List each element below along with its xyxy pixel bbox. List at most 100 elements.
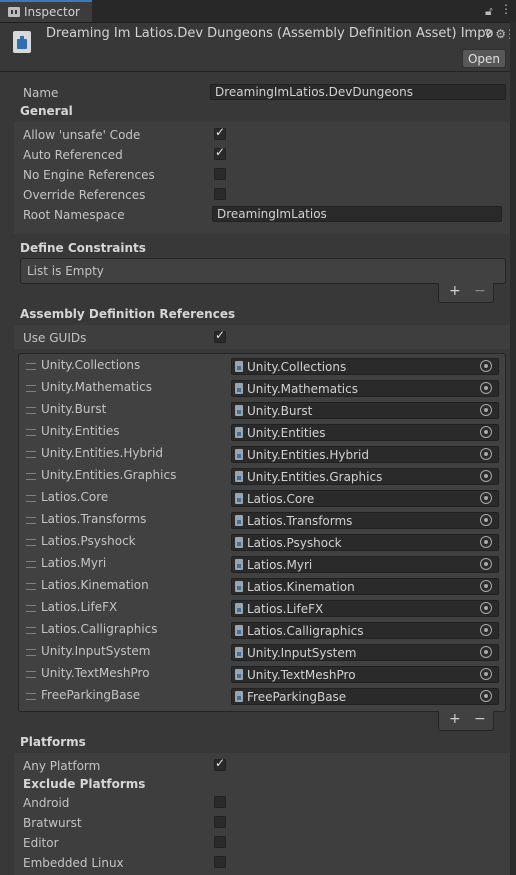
inspector-tab-icon — [8, 7, 20, 17]
reference-label: Latios.Core — [41, 490, 109, 504]
reference-field[interactable]: Latios.Core — [231, 490, 499, 507]
object-picker-icon[interactable] — [480, 382, 492, 394]
open-button[interactable]: Open — [462, 49, 506, 68]
add-constraint-button[interactable]: + — [449, 283, 461, 299]
drag-handle-icon[interactable] — [26, 627, 36, 634]
reference-field[interactable]: Latios.Transforms — [231, 512, 499, 529]
reference-field[interactable]: Latios.LifeFX — [231, 600, 499, 617]
exclude-editor-checkbox[interactable] — [214, 836, 226, 848]
list-item: Unity.TextMeshPro Unity.TextMeshPro — [20, 663, 504, 685]
list-item: FreeParkingBase FreeParkingBase — [20, 685, 504, 707]
drag-handle-icon[interactable] — [26, 385, 36, 392]
drag-handle-icon[interactable] — [26, 517, 36, 524]
auto-referenced-checkbox[interactable] — [214, 145, 226, 160]
object-picker-icon[interactable] — [480, 514, 492, 526]
object-picker-icon[interactable] — [480, 668, 492, 680]
reference-field[interactable]: Unity.Entities.Hybrid — [231, 446, 499, 463]
reference-field[interactable]: Unity.Mathematics — [231, 380, 499, 397]
reference-field[interactable]: Latios.Kinemation — [231, 578, 499, 595]
exclude-embedded-linux-checkbox[interactable] — [214, 856, 226, 868]
no-engine-references-checkbox[interactable] — [214, 168, 226, 180]
reference-field[interactable]: FreeParkingBase — [231, 688, 499, 705]
reference-label: Unity.InputSystem — [41, 644, 151, 658]
lock-icon[interactable]: 🔓︎ — [485, 4, 493, 19]
list-item: Latios.Calligraphics Latios.Calligraphic… — [20, 619, 504, 641]
reference-label: Unity.Entities.Graphics — [41, 468, 177, 482]
exclude-editor-label: Editor — [23, 836, 59, 850]
exclude-embedded-linux-label: Embedded Linux — [23, 856, 124, 870]
object-picker-icon[interactable] — [480, 580, 492, 592]
reference-label: Unity.Entities — [41, 424, 120, 438]
add-reference-button[interactable]: + — [449, 711, 461, 727]
object-picker-icon[interactable] — [480, 448, 492, 460]
file-icon — [235, 603, 243, 614]
drag-handle-icon[interactable] — [26, 605, 36, 612]
object-picker-icon[interactable] — [480, 470, 492, 482]
file-icon — [235, 449, 243, 460]
reference-field[interactable]: Unity.Entities — [231, 424, 499, 441]
object-picker-icon[interactable] — [480, 646, 492, 658]
object-picker-icon[interactable] — [480, 602, 492, 614]
reference-field[interactable]: Unity.Entities.Graphics — [231, 468, 499, 485]
list-item: Latios.Transforms Latios.Transforms — [20, 509, 504, 531]
name-field[interactable]: DreamingImLatios.DevDungeons — [210, 84, 506, 100]
reference-field[interactable]: Latios.Calligraphics — [231, 622, 499, 639]
object-picker-icon[interactable] — [480, 536, 492, 548]
drag-handle-icon[interactable] — [26, 561, 36, 568]
object-picker-icon[interactable] — [480, 624, 492, 636]
reference-field[interactable]: Latios.Psyshock — [231, 534, 499, 551]
file-icon — [235, 405, 243, 416]
reference-field[interactable]: Unity.TextMeshPro — [231, 666, 499, 683]
page-title: Dreaming Im Latios.Dev Dungeons (Assembl… — [46, 26, 494, 41]
reference-field[interactable]: Unity.Collections — [231, 358, 499, 375]
remove-constraint-button[interactable]: − — [474, 283, 486, 299]
list-item: Latios.Core Latios.Core — [20, 487, 504, 509]
drag-handle-icon[interactable] — [26, 671, 36, 678]
help-icon[interactable]: ❓︎ — [485, 27, 492, 42]
define-constraints-controls: + − — [438, 283, 494, 303]
object-picker-icon[interactable] — [480, 360, 492, 372]
reference-field[interactable]: Latios.Myri — [231, 556, 499, 573]
object-picker-icon[interactable] — [480, 426, 492, 438]
empty-list-text: List is Empty — [27, 264, 104, 278]
file-icon — [235, 361, 243, 372]
object-picker-icon[interactable] — [480, 404, 492, 416]
allow-unsafe-label: Allow 'unsafe' Code — [23, 128, 141, 142]
root-namespace-field[interactable]: DreamingImLatios — [212, 206, 502, 222]
remove-reference-button[interactable]: − — [474, 711, 486, 727]
vertical-scrollbar[interactable] — [510, 22, 516, 875]
use-guids-checkbox[interactable] — [214, 328, 226, 343]
file-icon — [235, 581, 243, 592]
file-icon — [235, 537, 243, 548]
override-references-checkbox[interactable] — [214, 188, 226, 200]
list-item: Unity.Mathematics Unity.Mathematics — [20, 377, 504, 399]
drag-handle-icon[interactable] — [26, 649, 36, 656]
define-constraints-list: List is Empty — [20, 258, 506, 284]
object-picker-icon[interactable] — [480, 558, 492, 570]
use-guids-row — [14, 325, 516, 349]
reference-label: Latios.Myri — [41, 556, 107, 570]
reference-field[interactable]: Unity.Burst — [231, 402, 499, 419]
reference-label: Latios.Psyshock — [41, 534, 136, 548]
object-picker-icon[interactable] — [480, 492, 492, 504]
drag-handle-icon[interactable] — [26, 583, 36, 590]
any-platform-checkbox[interactable] — [214, 756, 226, 771]
exclude-bratwurst-label: Bratwurst — [23, 816, 82, 830]
drag-handle-icon[interactable] — [26, 451, 36, 458]
drag-handle-icon[interactable] — [26, 363, 36, 370]
object-picker-icon[interactable] — [480, 690, 492, 702]
exclude-android-checkbox[interactable] — [214, 796, 226, 808]
tab-inspector[interactable]: Inspector — [0, 0, 92, 22]
file-icon — [235, 559, 243, 570]
drag-handle-icon[interactable] — [26, 495, 36, 502]
drag-handle-icon[interactable] — [26, 429, 36, 436]
exclude-bratwurst-checkbox[interactable] — [214, 816, 226, 828]
drag-handle-icon[interactable] — [26, 473, 36, 480]
drag-handle-icon[interactable] — [26, 539, 36, 546]
allow-unsafe-checkbox[interactable] — [214, 125, 226, 140]
list-item: Latios.LifeFX Latios.LifeFX — [20, 597, 504, 619]
menu-icon[interactable]: ⋮ — [500, 2, 512, 16]
drag-handle-icon[interactable] — [26, 693, 36, 700]
drag-handle-icon[interactable] — [26, 407, 36, 414]
reference-field[interactable]: Unity.InputSystem — [231, 644, 499, 661]
